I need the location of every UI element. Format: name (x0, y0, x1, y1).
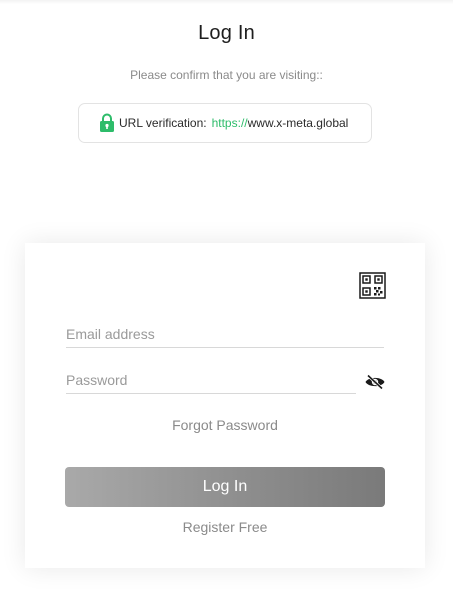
eye-off-icon[interactable] (364, 374, 386, 390)
email-input[interactable] (66, 322, 384, 346)
password-input[interactable] (66, 368, 356, 392)
login-page: Log In Please confirm that you are visit… (0, 0, 453, 607)
lock-icon (99, 113, 115, 133)
url-scheme: https:// (211, 116, 248, 130)
qr-code-icon[interactable] (359, 272, 386, 299)
confirm-url-text: Please confirm that you are visiting:: (130, 68, 323, 82)
register-free-link[interactable]: Register Free (25, 519, 425, 535)
url-verification-label: URL verification: (119, 116, 207, 130)
login-card: Forgot Password Log In Register Free (25, 243, 425, 568)
login-button[interactable]: Log In (65, 467, 385, 507)
email-field-wrapper (66, 322, 384, 348)
top-shadow-divider (0, 0, 453, 4)
url-host: www.x-meta.global (247, 116, 349, 130)
page-title: Log In (198, 22, 255, 44)
url-verification-box: URL verification: https:// www.x-meta.gl… (78, 103, 372, 143)
password-field-wrapper (66, 368, 356, 394)
forgot-password-link[interactable]: Forgot Password (25, 417, 425, 433)
